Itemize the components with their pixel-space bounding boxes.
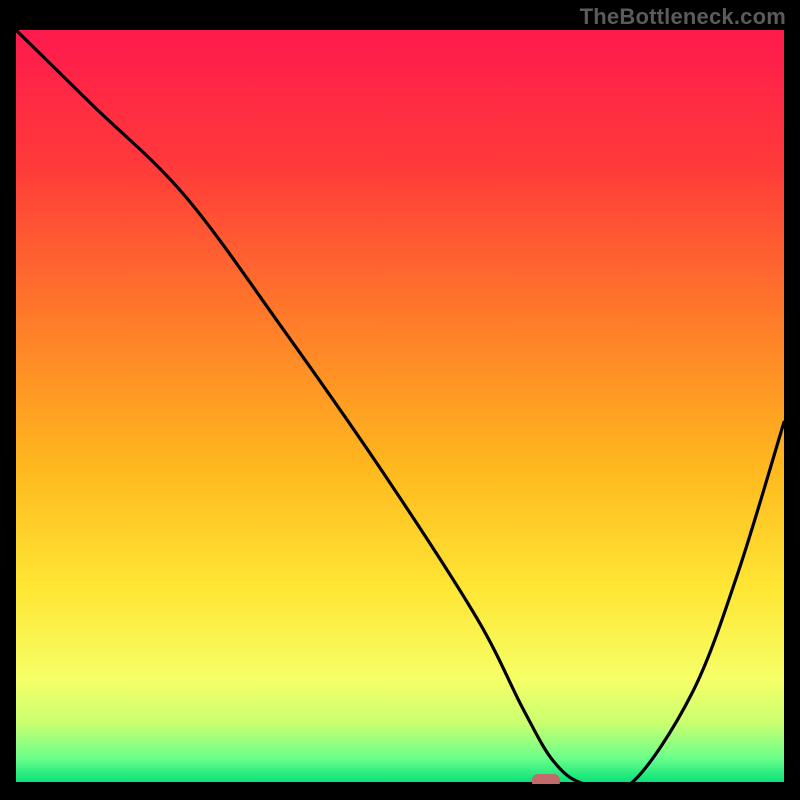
chart-plot-area <box>16 30 784 784</box>
min-marker <box>532 774 560 784</box>
watermark-text: TheBottleneck.com <box>580 4 786 30</box>
chart-svg <box>16 30 784 784</box>
chart-frame: TheBottleneck.com <box>0 0 800 800</box>
